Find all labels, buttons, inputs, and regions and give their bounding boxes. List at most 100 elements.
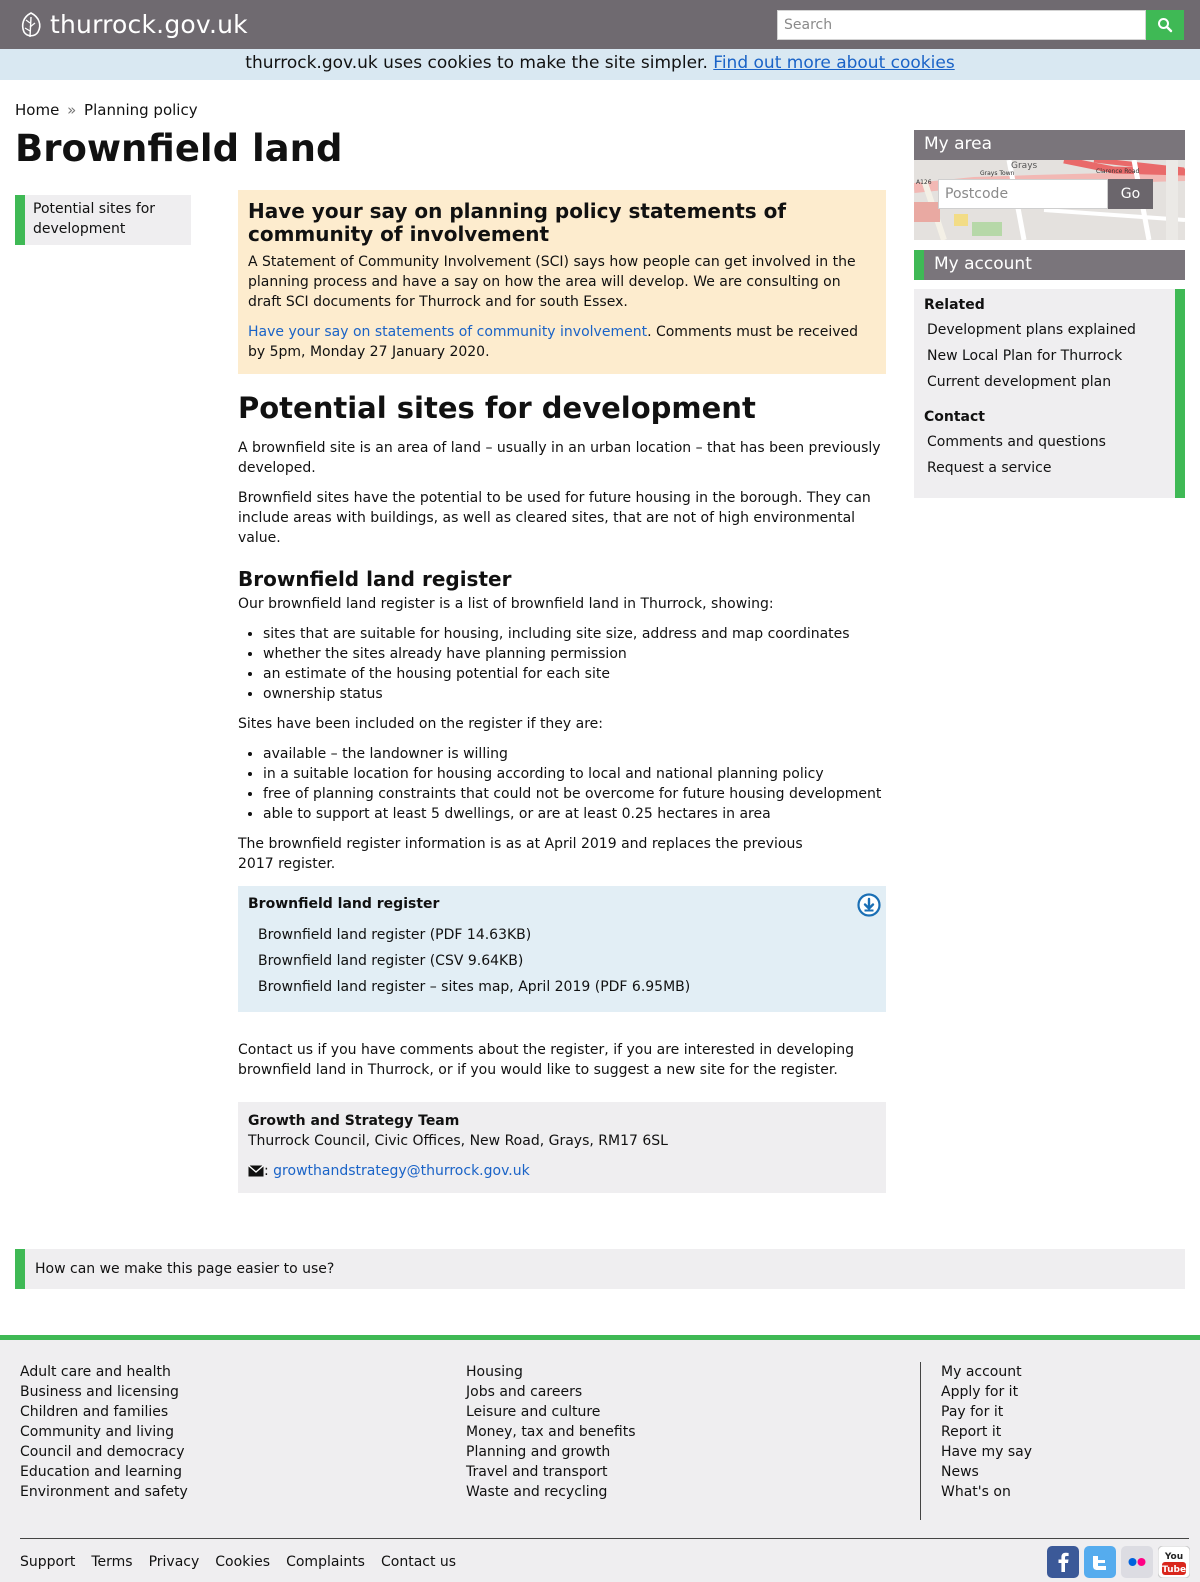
footer-link[interactable]: Money, tax and benefits xyxy=(466,1422,636,1442)
download-link-pdf[interactable]: Brownfield land register (PDF 14.63KB) xyxy=(248,922,876,948)
footer-link[interactable]: What's on xyxy=(941,1482,1032,1502)
breadcrumb-planning-policy[interactable]: Planning policy xyxy=(84,101,198,119)
footer-link[interactable]: Environment and safety xyxy=(20,1482,188,1502)
page-title: Brownfield land xyxy=(15,127,343,170)
feedback-bar[interactable]: How can we make this page easier to use? xyxy=(15,1249,1185,1289)
footer-link-terms[interactable]: Terms xyxy=(91,1552,132,1572)
notice-title: Have your say on planning policy stateme… xyxy=(248,199,787,246)
left-nav-item-potential-sites[interactable]: Potential sites for development xyxy=(15,195,191,245)
leaf-logo-icon xyxy=(21,11,41,37)
footer-link[interactable]: My account xyxy=(941,1362,1032,1382)
email-separator: : xyxy=(264,1163,269,1179)
breadcrumb: Home » Planning policy xyxy=(15,99,198,121)
contact-box: Growth and Strategy Team Thurrock Counci… xyxy=(238,1102,886,1193)
cookie-link[interactable]: Find out more about cookies xyxy=(713,53,954,73)
postcode-input[interactable] xyxy=(938,179,1108,209)
footer-link[interactable]: Housing xyxy=(466,1362,636,1382)
map-label-grays-town: Grays Town xyxy=(980,170,1015,177)
my-account-button[interactable]: My account xyxy=(914,250,1185,280)
related-panel: Related Development plans explained New … xyxy=(914,289,1185,498)
footer-link[interactable]: Apply for it xyxy=(941,1382,1032,1402)
download-link-csv[interactable]: Brownfield land register (CSV 9.64KB) xyxy=(248,948,876,974)
contact-address: Thurrock Council, Civic Offices, New Roa… xyxy=(248,1133,668,1149)
email-row: : growthandstrategy@thurrock.gov.uk xyxy=(248,1161,876,1181)
included-list: available – the landowner is willing in … xyxy=(263,744,886,824)
envelope-icon xyxy=(248,1165,264,1177)
intro-paragraph-2: Brownfield sites have the potential to b… xyxy=(238,490,871,546)
site-logo[interactable]: thurrock.gov.uk xyxy=(18,10,248,39)
map-label-a126: A126 xyxy=(916,179,932,186)
my-area-widget: Grays Grays Town Clarence Road A126 My a… xyxy=(914,130,1185,240)
footer-link[interactable]: News xyxy=(941,1462,1032,1482)
related-link-local-plan[interactable]: New Local Plan for Thurrock xyxy=(924,343,1165,369)
footer-rule xyxy=(20,1538,1189,1539)
breadcrumb-home[interactable]: Home xyxy=(15,101,59,119)
footer-link-cookies[interactable]: Cookies xyxy=(215,1552,270,1572)
footer-link[interactable]: Pay for it xyxy=(941,1402,1032,1422)
download-icon[interactable] xyxy=(857,893,881,917)
search-icon xyxy=(1158,18,1173,33)
footer-link-contact[interactable]: Contact us xyxy=(381,1552,456,1572)
postcode-go-button[interactable]: Go xyxy=(1108,179,1153,209)
footer-link-privacy[interactable]: Privacy xyxy=(149,1552,200,1572)
footer-link[interactable]: Jobs and careers xyxy=(466,1382,636,1402)
footer-bottom-links: Support Terms Privacy Cookies Complaints… xyxy=(20,1552,472,1572)
related-link-current-plan[interactable]: Current development plan xyxy=(924,369,1165,395)
contact-title: Contact xyxy=(924,409,985,425)
footer-link[interactable]: Business and licensing xyxy=(20,1382,188,1402)
download-title: Brownfield land register xyxy=(248,896,440,912)
contact-team: Growth and Strategy Team xyxy=(248,1113,460,1129)
section-heading: Potential sites for development xyxy=(238,391,756,425)
register-intro: Our brownfield land register is a list o… xyxy=(238,596,774,612)
related-link-development-plans[interactable]: Development plans explained xyxy=(924,317,1165,343)
contact-email-link[interactable]: growthandstrategy@thurrock.gov.uk xyxy=(273,1161,530,1181)
youtube-icon[interactable]: You Tube xyxy=(1158,1546,1190,1578)
included-intro: Sites have been included on the register… xyxy=(238,716,604,732)
footer-link[interactable]: Council and democracy xyxy=(20,1442,188,1462)
footer-link-support[interactable]: Support xyxy=(20,1552,75,1572)
notice-link[interactable]: Have your say on statements of community… xyxy=(248,324,647,340)
footer-link[interactable]: Waste and recycling xyxy=(466,1482,636,1502)
related-title: Related xyxy=(924,297,985,313)
search-input[interactable] xyxy=(777,10,1146,40)
footer-link[interactable]: Have my say xyxy=(941,1442,1032,1462)
main-content: Have your say on planning policy stateme… xyxy=(238,190,886,1193)
flickr-icon[interactable] xyxy=(1121,1546,1153,1578)
footer-link[interactable]: Planning and growth xyxy=(466,1442,636,1462)
logo-text: thurrock.gov.uk xyxy=(50,10,248,39)
contact-link-request-service[interactable]: Request a service xyxy=(924,455,1165,481)
consultation-notice: Have your say on planning policy stateme… xyxy=(238,190,886,374)
list-item: sites that are suitable for housing, inc… xyxy=(263,624,886,644)
footer-link-complaints[interactable]: Complaints xyxy=(286,1552,365,1572)
map-label-grays: Grays xyxy=(1011,161,1038,171)
footer-link[interactable]: Travel and transport xyxy=(466,1462,636,1482)
cookie-text: thurrock.gov.uk uses cookies to make the… xyxy=(245,53,714,73)
footer-link[interactable]: Report it xyxy=(941,1422,1032,1442)
intro-paragraph-1: A brownfield site is an area of land – u… xyxy=(238,440,881,476)
footer-link[interactable]: Leisure and culture xyxy=(466,1402,636,1422)
list-item: whether the sites already have planning … xyxy=(263,644,886,664)
register-heading: Brownfield land register xyxy=(238,567,512,591)
list-item: an estimate of the housing potential for… xyxy=(263,664,886,684)
list-item: ownership status xyxy=(263,684,886,704)
cookie-banner: thurrock.gov.uk uses cookies to make the… xyxy=(0,49,1200,80)
download-box: Brownfield land register Brownfield land… xyxy=(238,886,886,1012)
footer-link[interactable]: Children and families xyxy=(20,1402,188,1422)
left-nav-label: Potential sites for development xyxy=(33,201,156,237)
list-item: free of planning constraints that could … xyxy=(263,784,886,804)
footer-column-topics: Housing Jobs and careers Leisure and cul… xyxy=(466,1362,636,1502)
notice-deadline: Have your say on statements of community… xyxy=(248,322,876,362)
list-item: able to support at least 5 dwellings, or… xyxy=(263,804,886,824)
download-link-map[interactable]: Brownfield land register – sites map, Ap… xyxy=(248,974,876,1000)
footer-link[interactable]: Community and living xyxy=(20,1422,188,1442)
social-links: You Tube xyxy=(1042,1546,1190,1578)
facebook-icon[interactable] xyxy=(1047,1546,1079,1578)
register-date-note: The brownfield register information is a… xyxy=(238,836,803,872)
contact-link-comments[interactable]: Comments and questions xyxy=(924,429,1165,455)
list-item: in a suitable location for housing accor… xyxy=(263,764,886,784)
footer-link[interactable]: Education and learning xyxy=(20,1462,188,1482)
footer-link[interactable]: Adult care and health xyxy=(20,1362,188,1382)
search-button[interactable] xyxy=(1146,10,1184,40)
twitter-icon[interactable] xyxy=(1084,1546,1116,1578)
site-footer: Adult care and health Business and licen… xyxy=(0,1335,1200,1582)
